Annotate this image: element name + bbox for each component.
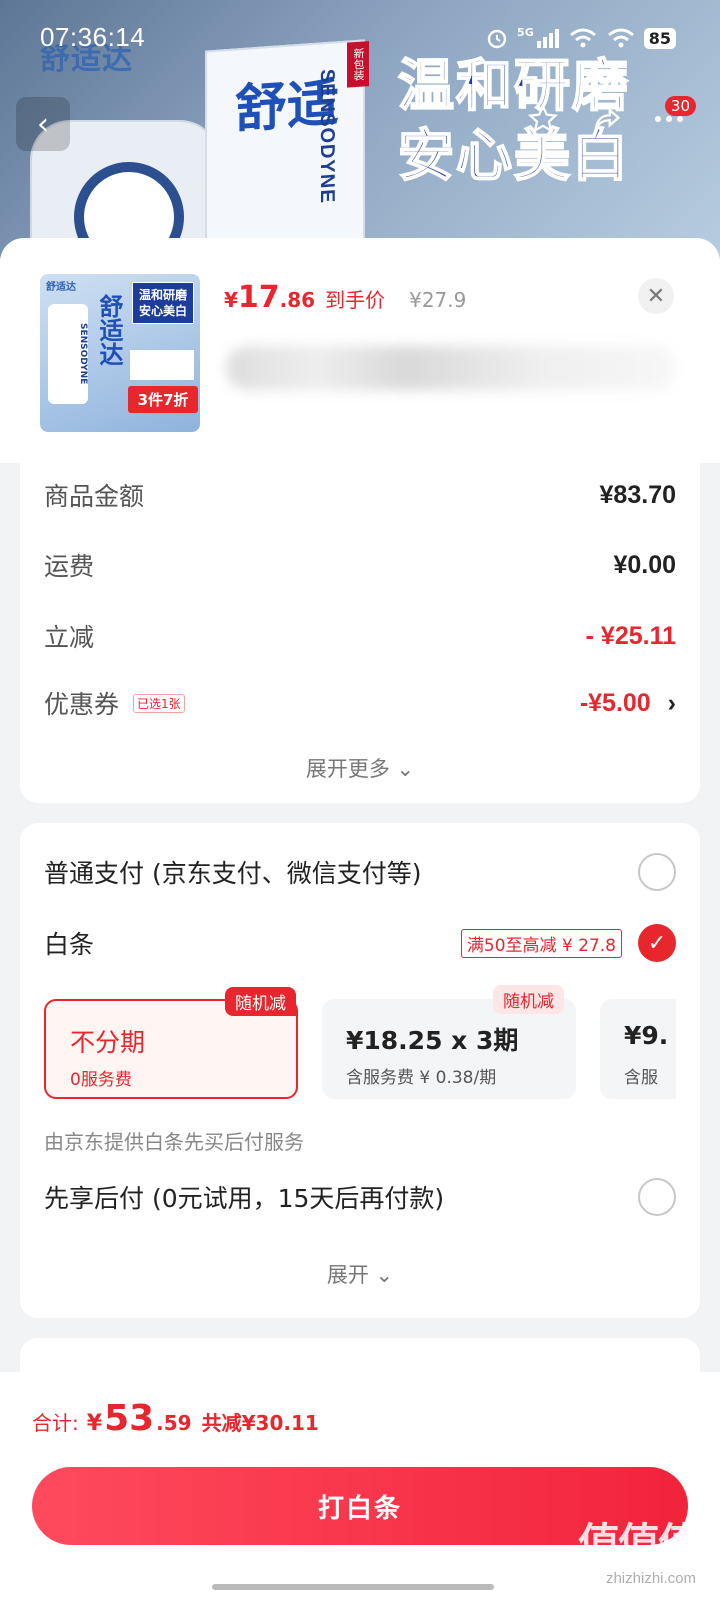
random-discount-tag: 随机减 (225, 987, 296, 1016)
status-icons: 5G 85 (485, 26, 676, 50)
installment-fee: 0服务费 (70, 1070, 132, 1090)
installment-title: 不分期 (70, 1028, 146, 1057)
baitiao-option[interactable]: 白条 满50至高减 ¥ 27.8 ✓ (44, 924, 676, 962)
coupon-selected-tag: 已选1张 (133, 693, 185, 713)
price-currency: ¥ (224, 288, 238, 312)
installment-title: ¥9. (624, 1021, 669, 1050)
wifi-icon (607, 28, 634, 48)
expand-more-label: 展开更多 (305, 757, 390, 781)
signal-icon (536, 29, 559, 48)
chevron-down-icon: ⌄ (396, 757, 415, 781)
status-bar: 07:36:14 5G 85 (0, 0, 720, 80)
baitiao-promo-tag: 满50至高减 ¥ 27.8 (460, 928, 622, 958)
amount-breakdown: 商品金额 ¥83.70 运费 ¥0.00 立减 - ¥25.11 优惠券 已选1… (20, 463, 700, 803)
thumb-slogan: 温和研磨安心美白 (132, 282, 194, 324)
product-title-blurred (226, 346, 676, 390)
favorite-star-icon[interactable] (528, 104, 558, 134)
instant-discount-value: - ¥25.11 (585, 621, 676, 650)
payment-methods: 普通支付 (京东支付、微信支付等) 白条 满50至高减 ¥ 27.8 ✓ 随机减… (20, 823, 700, 1318)
goods-amount-label: 商品金额 (44, 482, 145, 511)
status-time: 07:36:14 (40, 22, 146, 52)
cart-count-badge: 30 (664, 96, 696, 116)
expand-more-button[interactable]: 展开更多 ⌄ (20, 753, 700, 783)
back-button[interactable]: ‹ (16, 97, 70, 151)
expand-label: 展开 (326, 1263, 369, 1287)
checkmark-icon: ✓ (647, 930, 667, 956)
price-label: 到手价 (325, 288, 386, 312)
normal-payment-label: 普通支付 (京东支付、微信支付等) (44, 859, 422, 888)
wifi-plus-icon (569, 28, 596, 48)
coupon-value-wrap: -¥5.00 › (580, 689, 676, 718)
thumb-chars: 舒适达 (95, 294, 123, 366)
baitiao-checked-radio[interactable]: ✓ (638, 924, 676, 962)
random-discount-tag: 随机减 (493, 985, 564, 1014)
bnpl-radio[interactable] (638, 1178, 676, 1216)
shipping-value: ¥0.00 (613, 550, 676, 579)
hero-box-brand: SENSODYNE (316, 68, 338, 205)
watermark-logo: 值值值 (577, 1519, 700, 1568)
baitiao-right: 满50至高减 ¥ 27.8 ✓ (460, 924, 676, 962)
share-icon[interactable] (590, 104, 622, 134)
original-price: ¥27.9 (409, 288, 467, 312)
price-integer: 17 (237, 280, 280, 315)
chevron-left-icon: ‹ (37, 106, 49, 142)
coupon-row[interactable]: 优惠券 已选1张 -¥5.00 › (44, 685, 676, 721)
provider-note: 由京东提供白条先买后付服务 (44, 1130, 304, 1154)
total-integer: 53 (104, 1398, 155, 1439)
total-saved: 共减¥30.11 (201, 1411, 319, 1435)
thumb-brand: SENSODYNE (48, 304, 88, 404)
home-indicator[interactable] (212, 1584, 494, 1590)
normal-payment-option[interactable]: 普通支付 (京东支付、微信支付等) (44, 853, 676, 891)
close-icon: ✕ (646, 283, 666, 309)
total-row: 合计: ¥ 53 .59 共减¥30.11 (32, 1398, 319, 1439)
installment-fee: 含服 (624, 1068, 658, 1088)
baitiao-label: 白条 (44, 930, 95, 959)
normal-payment-radio[interactable] (638, 853, 676, 891)
price-decimal: .86 (279, 288, 316, 312)
close-button[interactable]: ✕ (638, 278, 674, 314)
total-currency: ¥ (86, 1411, 103, 1436)
instant-discount-label: 立减 (44, 623, 95, 652)
coupon-label: 优惠券 (44, 690, 120, 719)
chevron-down-icon: ⌄ (375, 1263, 394, 1287)
shipping-label: 运费 (44, 552, 95, 581)
product-summary: 舒适达 SENSODYNE 舒适达 温和研磨安心美白 3件7折 ¥ 17 .86… (0, 238, 720, 463)
installment-fee: 含服务费 ¥ 0.38/期 (346, 1068, 497, 1088)
thumb-logo: 舒适达 (46, 282, 76, 293)
bnpl-label: 先享后付 (0元试用，15天后再付款) (44, 1184, 445, 1213)
thumb-promo-badge: 3件7折 (128, 386, 198, 413)
installment-title: ¥18.25 x 3期 (346, 1026, 519, 1055)
shipping-row: 运费 ¥0.00 (44, 547, 676, 583)
goods-amount-value: ¥83.70 (599, 480, 676, 509)
thumb-product-shot (130, 350, 194, 380)
coupon-label-wrap: 优惠券 已选1张 (44, 685, 185, 721)
instant-discount-row: 立减 - ¥25.11 (44, 618, 676, 654)
network-type-label: 5G (517, 26, 534, 39)
goods-amount-row: 商品金额 ¥83.70 (44, 477, 676, 513)
hero-nav-actions (528, 104, 684, 134)
installment-option-none[interactable]: 随机减 不分期 0服务费 (44, 987, 298, 1099)
chevron-right-icon: › (667, 688, 676, 717)
total-label: 合计: (32, 1411, 79, 1435)
expand-button[interactable]: 展开 ⌄ (20, 1259, 700, 1289)
product-price-row: ¥ 17 .86 到手价 ¥27.9 (224, 280, 466, 315)
battery-level: 85 (643, 27, 676, 49)
bnpl-option[interactable]: 先享后付 (0元试用，15天后再付款) (44, 1178, 676, 1216)
product-thumbnail: 舒适达 SENSODYNE 舒适达 温和研磨安心美白 3件7折 (40, 274, 200, 432)
installment-option-6-partial[interactable]: ¥9. 含服 (600, 999, 676, 1099)
alarm-icon (487, 29, 507, 49)
coupon-value: -¥5.00 (579, 688, 651, 717)
watermark-url: zhizhizhi.com (605, 1570, 696, 1587)
total-decimal: .59 (156, 1411, 192, 1435)
installment-option-3[interactable]: 随机减 ¥18.25 x 3期 含服务费 ¥ 0.38/期 (322, 985, 576, 1099)
